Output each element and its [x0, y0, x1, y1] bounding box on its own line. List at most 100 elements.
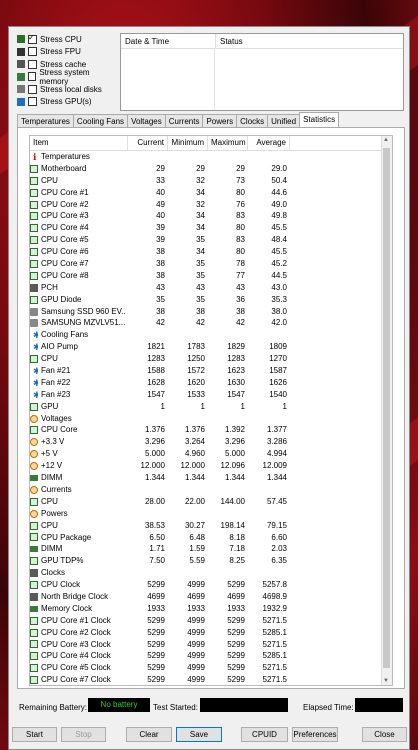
log-list[interactable]: Date & Time Status — [120, 33, 404, 111]
table-row[interactable]: DIMM 1.71 1.59 7.18 2.03 — [30, 543, 392, 555]
item-label: Fan #21 — [41, 366, 71, 376]
table-row[interactable]: CPU Core #2 49 32 76 49.0 — [30, 199, 392, 211]
item-column-header[interactable]: Item — [30, 136, 128, 150]
table-row[interactable]: CPU Core #5 Clock 5299 4999 5299 5271.5 — [30, 662, 392, 674]
group-row[interactable]: Clocks — [30, 567, 392, 579]
stress-checkbox[interactable] — [28, 97, 37, 107]
group-row[interactable]: Currents — [30, 484, 392, 496]
stress-checkbox[interactable] — [28, 47, 37, 57]
stress-checkbox[interactable] — [28, 59, 37, 69]
maximum-column-header[interactable]: Maximum — [208, 136, 248, 150]
group-row[interactable]: Powers — [30, 508, 392, 520]
stop-button[interactable]: Stop — [61, 727, 106, 742]
save-button[interactable]: Save — [176, 727, 222, 742]
minimum-column-header[interactable]: Minimum — [168, 136, 208, 150]
item-cell: CPU Core #7 — [30, 258, 128, 270]
table-row[interactable]: GPU 1 1 1 1 — [30, 401, 392, 413]
cpu-icon — [17, 35, 25, 44]
table-row[interactable]: ✱Fan #21 1588 1572 1623 1587 — [30, 365, 392, 377]
status-column-header[interactable]: Status — [216, 34, 247, 48]
average-cell: 45.2 — [271, 259, 287, 269]
item-label: PCH — [41, 282, 58, 292]
scroll-thumb[interactable] — [383, 148, 390, 668]
stress-option[interactable]: Stress FPU — [17, 46, 117, 59]
current-column-header[interactable]: Current — [128, 136, 168, 150]
group-row[interactable]: ✱Cooling Fans — [30, 329, 392, 341]
table-row[interactable]: CPU Core #7 Clock 5299 4999 5299 5271.5 — [30, 674, 392, 685]
item-cell: ✱Cooling Fans — [30, 329, 128, 341]
item-label: Cooling Fans — [41, 330, 89, 340]
stress-option-label: Stress system memory — [39, 67, 90, 86]
current-cell: 49 — [156, 199, 165, 209]
table-row[interactable]: CPU Clock 5299 4999 5299 5257.8 — [30, 579, 392, 591]
table-row[interactable]: North Bridge Clock 4699 4699 4699 4698.9 — [30, 591, 392, 603]
scroll-up-icon[interactable]: ▲ — [383, 137, 389, 143]
cpuid-button[interactable]: CPUID — [241, 727, 288, 742]
table-row[interactable]: +3.3 V 3.296 3.264 3.296 3.286 — [30, 436, 392, 448]
table-row[interactable]: Motherboard 29 29 29 29.0 — [30, 163, 392, 175]
table-row[interactable]: CPU 33 32 73 50.4 — [30, 175, 392, 187]
table-row[interactable]: +5 V 5.000 4.960 5.000 4.994 — [30, 448, 392, 460]
item-cell: PCH — [30, 282, 128, 294]
table-row[interactable]: ✱AIO Pump 1821 1783 1829 1809 — [30, 341, 392, 353]
table-row[interactable]: +12 V 12.000 12.000 12.096 12.009 — [30, 460, 392, 472]
group-row[interactable]: ℹ Temperatures — [30, 151, 392, 163]
table-row[interactable]: CPU Package 6.50 6.48 8.18 6.60 — [30, 532, 392, 544]
table-row[interactable]: CPU Core #1 40 34 80 44.6 — [30, 187, 392, 199]
table-row[interactable]: ✱Fan #22 1628 1620 1630 1626 — [30, 377, 392, 389]
table-row[interactable]: DIMM 1.344 1.344 1.344 1.344 — [30, 472, 392, 484]
table-row[interactable]: GPU Diode 35 35 36 35.3 — [30, 294, 392, 306]
minimum-cell: 1620 — [187, 377, 205, 387]
minimum-cell: 35 — [196, 294, 205, 304]
minimum-cell: 1572 — [187, 366, 205, 376]
sensor-icon — [30, 652, 38, 661]
date-time-column-header[interactable]: Date & Time — [121, 34, 216, 48]
stress-option[interactable]: Stress system memory — [17, 67, 117, 86]
table-row[interactable]: CPU Core #5 39 35 83 48.4 — [30, 234, 392, 246]
table-row[interactable]: CPU Core #3 Clock 5299 4999 5299 5271.5 — [30, 639, 392, 651]
table-row[interactable]: CPU Core #1 Clock 5299 4999 5299 5271.5 — [30, 615, 392, 627]
table-row[interactable]: CPU Core #7 38 35 78 45.2 — [30, 258, 392, 270]
current-cell: 1 — [160, 401, 165, 411]
close-button[interactable]: Close — [362, 727, 407, 742]
vertical-scrollbar[interactable]: ▲ ▼ — [381, 136, 392, 685]
average-cell: 5285.1 — [262, 627, 287, 637]
current-cell: 29 — [156, 163, 165, 173]
stress-option[interactable]: Stress CPU — [17, 33, 117, 46]
table-row[interactable]: PCH 43 43 43 43.0 — [30, 282, 392, 294]
stress-option[interactable]: Stress GPU(s) — [17, 96, 117, 109]
table-row[interactable]: Samsung SSD 960 EV... 38 38 38 38.0 — [30, 306, 392, 318]
voltage-icon — [30, 509, 38, 518]
table-row[interactable]: CPU 28.00 22.00 144.00 57.45 — [30, 496, 392, 508]
start-button[interactable]: Start — [12, 727, 57, 742]
preferences-button[interactable]: Preferences — [292, 727, 338, 742]
table-row[interactable]: SAMSUNG MZVLV51... 42 42 42 42.0 — [30, 317, 392, 329]
table-row[interactable]: CPU Core #4 39 34 80 45.5 — [30, 222, 392, 234]
stress-checkbox[interactable] — [27, 72, 37, 82]
table-row[interactable]: GPU TDP% 7.50 5.59 8.25 6.35 — [30, 555, 392, 567]
item-cell: DIMM — [30, 472, 128, 484]
fan-icon: ✱ — [30, 331, 38, 339]
stress-checkbox[interactable] — [28, 33, 37, 44]
item-label: Voltages — [41, 413, 72, 423]
table-row[interactable]: ✱Fan #23 1547 1533 1547 1540 — [30, 389, 392, 401]
button-bar: Start Stop Clear Save CPUID Preferences … — [9, 725, 409, 745]
table-row[interactable]: CPU Core #2 Clock 5299 4999 5299 5285.1 — [30, 627, 392, 639]
table-row[interactable]: CPU Core #4 Clock 5299 4999 5299 5285.1 — [30, 650, 392, 662]
maximum-cell: 144.00 — [220, 496, 245, 506]
group-row[interactable]: Voltages — [30, 413, 392, 425]
minimum-cell: 5.59 — [189, 556, 205, 566]
table-row[interactable]: CPU Core 1.376 1.376 1.392 1.377 — [30, 424, 392, 436]
statistics-table[interactable]: Item Current Minimum Maximum Average ℹ Te… — [29, 135, 393, 686]
table-row[interactable]: CPU Core #3 40 34 83 49.8 — [30, 210, 392, 222]
maximum-cell: 12.096 — [220, 461, 245, 471]
table-row[interactable]: CPU 1283 1250 1283 1270 — [30, 353, 392, 365]
stress-checkbox[interactable] — [28, 84, 37, 94]
clear-button[interactable]: Clear — [126, 727, 172, 742]
table-row[interactable]: CPU Core #8 38 35 77 44.5 — [30, 270, 392, 282]
scroll-down-icon[interactable]: ▼ — [383, 678, 389, 684]
table-row[interactable]: CPU Core #6 38 34 80 45.5 — [30, 246, 392, 258]
table-row[interactable]: CPU 38.53 30.27 198.14 79.15 — [30, 520, 392, 532]
table-row[interactable]: Memory Clock 1933 1933 1933 1932.9 — [30, 603, 392, 615]
average-column-header[interactable]: Average — [248, 136, 290, 150]
